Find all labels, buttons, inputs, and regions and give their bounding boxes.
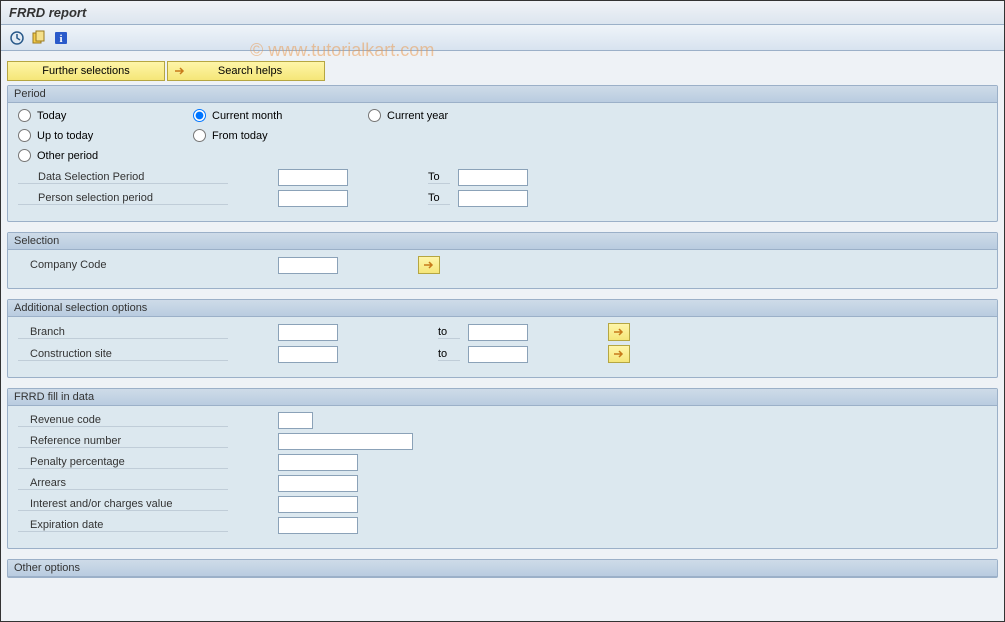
action-buttons: Further selections Search helps	[7, 61, 998, 81]
reference-number-label: Reference number	[18, 435, 228, 448]
expiration-date-label: Expiration date	[18, 519, 228, 532]
penalty-percentage-label: Penalty percentage	[18, 456, 228, 469]
to-label: to	[438, 326, 460, 339]
to-label: To	[428, 192, 450, 205]
radio-current-month[interactable]: Current month	[193, 109, 282, 122]
reference-number-input[interactable]	[278, 433, 413, 450]
person-selection-to-input[interactable]	[458, 190, 528, 207]
to-label: To	[428, 171, 450, 184]
additional-panel: Additional selection options Branch to C…	[7, 299, 998, 378]
period-panel: Period Today Current month Current year …	[7, 85, 998, 222]
further-selections-button[interactable]: Further selections	[7, 61, 165, 81]
window-header: FRRD report	[1, 1, 1004, 25]
person-selection-period-label: Person selection period	[18, 192, 228, 205]
radio-current-year[interactable]: Current year	[368, 109, 448, 122]
company-code-label: Company Code	[18, 259, 228, 271]
radio-today[interactable]: Today	[18, 109, 66, 122]
radio-from-today[interactable]: From today	[193, 129, 268, 142]
content-area: Further selections Search helps Period T…	[1, 51, 1004, 588]
info-icon[interactable]: i	[53, 30, 69, 46]
panel-title: Selection	[8, 233, 997, 250]
button-label: Search helps	[190, 65, 310, 77]
penalty-percentage-input[interactable]	[278, 454, 358, 471]
arrow-right-icon	[174, 66, 186, 76]
revenue-code-input[interactable]	[278, 412, 313, 429]
interest-charges-input[interactable]	[278, 496, 358, 513]
toolbar: i	[1, 25, 1004, 51]
interest-charges-label: Interest and/or charges value	[18, 498, 228, 511]
construction-to-input[interactable]	[468, 346, 528, 363]
construction-from-input[interactable]	[278, 346, 338, 363]
execute-icon[interactable]	[9, 30, 25, 46]
variant-icon[interactable]	[31, 30, 47, 46]
construction-multi-button[interactable]	[608, 345, 630, 363]
person-selection-from-input[interactable]	[278, 190, 348, 207]
panel-title: Other options	[8, 560, 997, 577]
radio-up-to-today[interactable]: Up to today	[18, 129, 93, 142]
arrears-input[interactable]	[278, 475, 358, 492]
branch-label: Branch	[18, 326, 228, 339]
button-label: Further selections	[42, 65, 129, 77]
branch-to-input[interactable]	[468, 324, 528, 341]
expiration-date-input[interactable]	[278, 517, 358, 534]
data-selection-to-input[interactable]	[458, 169, 528, 186]
selection-panel: Selection Company Code	[7, 232, 998, 289]
other-options-panel: Other options	[7, 559, 998, 578]
branch-from-input[interactable]	[278, 324, 338, 341]
construction-site-label: Construction site	[18, 348, 228, 361]
multiple-selection-button[interactable]	[418, 256, 440, 274]
revenue-code-label: Revenue code	[18, 414, 228, 427]
frrd-panel: FRRD fill in data Revenue code Reference…	[7, 388, 998, 549]
svg-text:i: i	[59, 33, 62, 45]
radio-other-period[interactable]: Other period	[18, 149, 98, 162]
page-title: FRRD report	[9, 5, 86, 20]
company-code-input[interactable]	[278, 257, 338, 274]
data-selection-period-label: Data Selection Period	[18, 171, 228, 184]
search-helps-button[interactable]: Search helps	[167, 61, 325, 81]
panel-title: FRRD fill in data	[8, 389, 997, 406]
branch-multi-button[interactable]	[608, 323, 630, 341]
panel-title: Period	[8, 86, 997, 103]
arrears-label: Arrears	[18, 477, 228, 490]
panel-title: Additional selection options	[8, 300, 997, 317]
data-selection-from-input[interactable]	[278, 169, 348, 186]
to-label: to	[438, 348, 460, 361]
